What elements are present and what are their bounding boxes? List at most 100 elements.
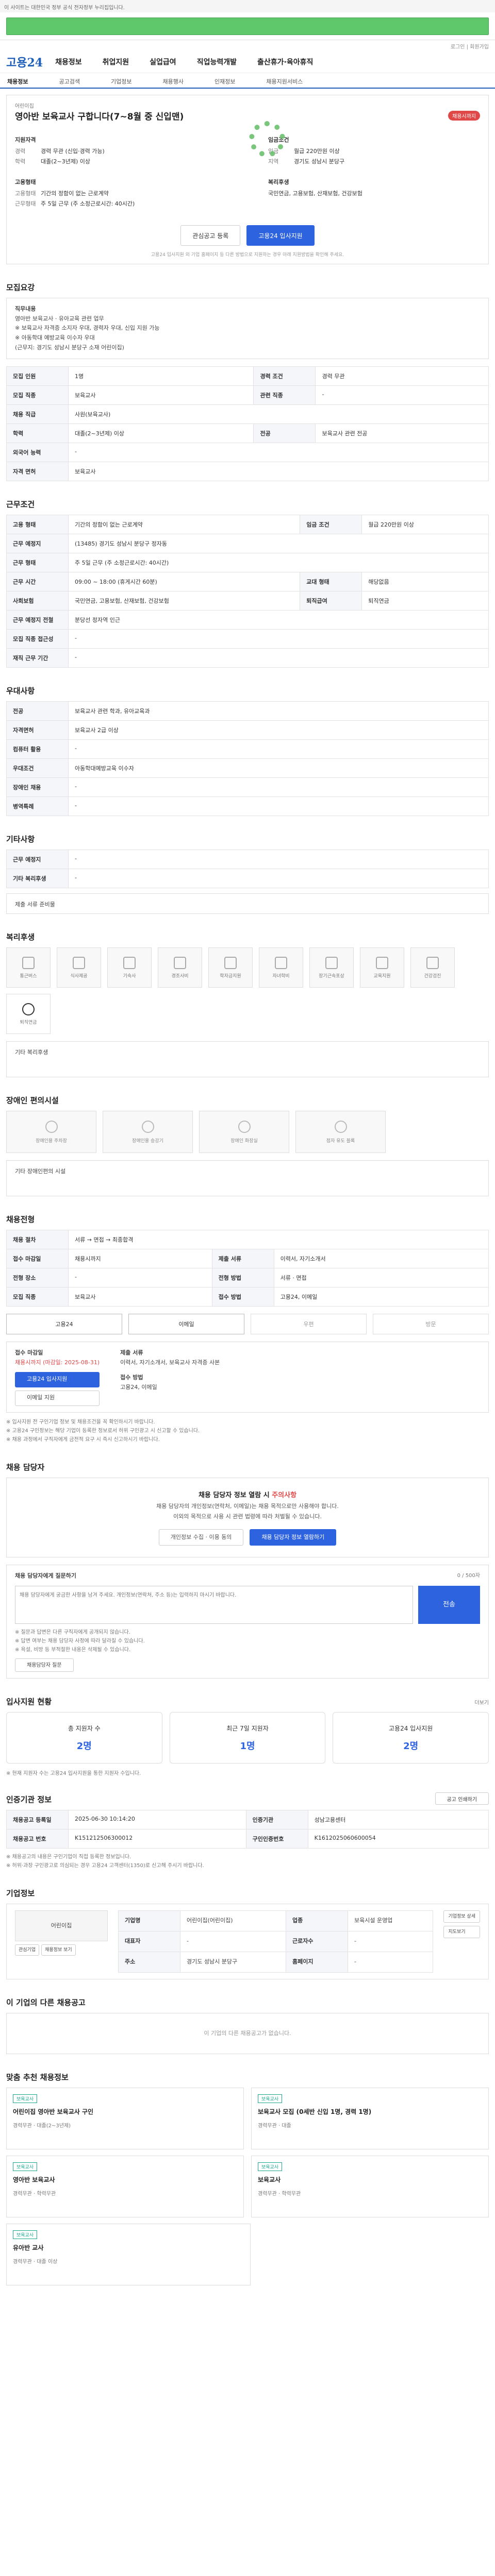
row-key: 경력 조건 xyxy=(253,366,316,386)
print-button[interactable]: 공고 인쇄하기 xyxy=(435,1792,489,1805)
facility-icon xyxy=(141,1120,154,1133)
interest-button[interactable]: 관심공고 등록 xyxy=(180,225,241,246)
recommend-title[interactable]: 유아반 교사 xyxy=(13,2243,244,2252)
table-row: 외국어 능력 - xyxy=(6,443,489,463)
notice-line: ※ 입사지원 전 구인기업 정보 및 채용조건을 꼭 확인하시기 바랍니다. xyxy=(6,1419,155,1425)
nav-item[interactable]: 출산휴가·육아휴직 xyxy=(257,57,313,67)
sub-nav: 채용정보 공고검색 기업정보 채용행사 인재정보 채용지원서비스 xyxy=(0,73,495,89)
company-detail-button[interactable]: 기업정보 상세 xyxy=(443,1910,480,1923)
apply-box: 접수 마감일 채용시까지 (마감일: 2025-08-31) 고용24 입사지원… xyxy=(6,1342,489,1413)
benefit-label: 통근버스 xyxy=(20,973,37,979)
welfare-value: 국민연금, 고용보험, 산재보험, 건강보험 xyxy=(268,190,362,197)
table-row: 모집 직종 보육교사 접수 방법 고용24, 이메일 xyxy=(6,1287,489,1307)
top-banner xyxy=(0,12,495,40)
row-value: 기간의 정함이 없는 근로계약 xyxy=(68,515,301,535)
recommend-card[interactable]: 보육교사 어린이집 영아반 보육교사 구인 경력무관 · 대졸(2~3년제) xyxy=(6,2088,244,2150)
banner-ad[interactable] xyxy=(6,18,489,35)
interest-company-button[interactable]: 관심기업 xyxy=(15,1944,40,1956)
consent-button[interactable]: 개인정보 수집 · 이용 동의 xyxy=(158,1529,244,1546)
recommend-title[interactable]: 어린이집 영아반 보육교사 구인 xyxy=(13,2107,237,2116)
view-contact-button[interactable]: 채용 담당자 정보 열람하기 xyxy=(250,1529,337,1546)
recommend-card[interactable]: 보육교사 유아반 교사 경력무관 · 대졸 이상 xyxy=(6,2224,251,2286)
table-row: 채용 직급 사원(보육교사) xyxy=(6,404,489,425)
company-jobs-button[interactable]: 채용정보 보기 xyxy=(41,1944,76,1956)
nav-item[interactable]: 직업능력개발 xyxy=(197,57,237,67)
util-links[interactable]: 로그인 | 회원가입 xyxy=(0,40,495,50)
recommend-title[interactable]: 보육교사 xyxy=(258,2175,482,2184)
row-key: 관련 직종 xyxy=(253,385,316,405)
question-list-button[interactable]: 채용담당자 질문 xyxy=(15,1658,74,1672)
benefit-label: 학자금지원 xyxy=(220,973,241,979)
benefit-icon xyxy=(22,1003,35,1015)
subnav-item[interactable]: 인재정보 xyxy=(214,77,235,85)
map-button[interactable]: 지도보기 xyxy=(443,1926,480,1939)
row-value: - xyxy=(68,796,489,817)
etc-table: 근무 예정지 - 기타 복리후생 - xyxy=(6,850,489,889)
apply-button-2[interactable]: 고용24 입사지원 xyxy=(15,1371,100,1387)
row-key: 사회보험 xyxy=(6,591,69,611)
recommend-title[interactable]: 보육교사 모집 (0세반 신입 1명, 경력 1명) xyxy=(258,2107,482,2116)
recommend-card[interactable]: 보육교사 보육교사 모집 (0세반 신입 1명, 경력 1명) 경력무관 · 대졸 xyxy=(251,2088,489,2150)
facility-item: 점자 유도 블록 xyxy=(295,1111,386,1154)
benefit-icon xyxy=(174,956,186,969)
subnav-item[interactable]: 채용지원서비스 xyxy=(266,77,303,85)
row-value: K1612025060600054 xyxy=(307,1829,489,1849)
recommend-info: 경력무관 · 학력무관 xyxy=(258,2191,301,2197)
site-logo[interactable]: 고용24 xyxy=(6,54,43,70)
row-value: - xyxy=(347,1951,434,1973)
facility-label: 장애인용 주차장 xyxy=(36,1138,67,1144)
nav-item[interactable]: 실업급여 xyxy=(150,57,176,67)
send-button[interactable]: 전송 xyxy=(418,1586,480,1624)
benefit-item: 통근버스 xyxy=(6,947,51,988)
table-row: 학력 대졸(2~3년제) 이상 전공 보육교사 관련 전공 xyxy=(6,423,489,444)
table-row: 주소 경기도 성남시 분당구 홈페이지 - xyxy=(118,1951,434,1973)
table-row: 근무 예정지 전철 분당선 정자역 인근 xyxy=(6,610,489,630)
question-input[interactable] xyxy=(15,1586,413,1624)
row-value: 보육교사 관련 학과, 유아교육과 xyxy=(68,701,489,721)
subnav-item[interactable]: 공고검색 xyxy=(59,77,79,85)
career-value: 경력 무관 (신입·경력 가능) xyxy=(41,148,105,155)
facility-icon xyxy=(334,1120,347,1133)
subnav-item[interactable]: 채용행사 xyxy=(162,77,183,85)
char-count: 0 / 500자 xyxy=(457,1572,480,1579)
recommend-card[interactable]: 보육교사 영아반 보육교사 경력무관 · 학력무관 xyxy=(6,2156,244,2218)
nav-item[interactable]: 채용정보 xyxy=(55,57,82,67)
table-row: 근무 예정지 - xyxy=(6,850,489,870)
row-value: 경력 무관 xyxy=(315,366,489,386)
apply-button[interactable]: 고용24 입사지원 xyxy=(246,225,315,246)
job-description: 직무내용 영아반 보육교사 · 유아교육 관련 업무 ※ 보육교사 자격증 소지… xyxy=(6,298,489,360)
desc-line: (근무지: 경기도 성남시 분당구 소재 어린이집) xyxy=(15,344,124,351)
row-key: 모집 인원 xyxy=(6,366,69,386)
method-online: 고용24 xyxy=(6,1314,122,1335)
row-key: 모집 직종 접근성 xyxy=(6,629,69,649)
recommend-card[interactable]: 보육교사 보육교사 경력무관 · 학력무관 xyxy=(251,2156,489,2218)
more-link[interactable]: 더보기 xyxy=(474,1698,489,1706)
benefit-icon xyxy=(325,956,338,969)
table-row: 근무 예정지 (13485) 경기도 성남시 분당구 정자동 xyxy=(6,534,489,554)
section-title: 인증기관 정보 xyxy=(6,1795,52,1805)
table-row: 장애인 채용 - xyxy=(6,777,489,798)
row-value: 고용24, 이메일 xyxy=(273,1287,489,1307)
subnav-item[interactable]: 기업정보 xyxy=(111,77,131,85)
notice-line: ※ 고용24 구인정보는 해당 기업이 등록한 정보로서 허위 구인광고 시 신… xyxy=(6,1428,200,1434)
job-summary-card: 어린이집 영아반 보육교사 구합니다(7~8월 중 신입맨) 채용시까지 지원자… xyxy=(6,95,489,264)
table-row: 전형 장소 - 전형 방법 서류 · 면접 xyxy=(6,1268,489,1288)
row-key: 임금 조건 xyxy=(300,515,362,535)
preference-table: 전공 보육교사 관련 학과, 유아교육과 자격면허 보육교사 2급 이상 컴퓨터 활용 -… xyxy=(6,701,489,817)
disability-other: 기타 장애인편의 시설 xyxy=(6,1160,489,1197)
pay-label: 임금조건 xyxy=(268,137,289,143)
email-apply-button[interactable]: 이메일 지원 xyxy=(15,1390,100,1406)
benefit-label: 장기근속포상 xyxy=(319,973,344,979)
nav-item[interactable]: 취업지원 xyxy=(103,57,129,67)
row-key: 대표자 xyxy=(118,1931,180,1952)
table-row: 채용공고 등록일 2025-06-30 10:14:20 인증기관 성남고용센터 xyxy=(6,1810,489,1830)
stat-value: 2명 xyxy=(76,1740,92,1752)
subnav-item[interactable]: 채용정보 xyxy=(7,77,28,85)
row-value: - xyxy=(68,850,489,870)
recommend-title[interactable]: 영아반 보육교사 xyxy=(13,2175,237,2184)
row-key: 근무 예정지 xyxy=(6,850,69,870)
company-name[interactable]: 어린이집 xyxy=(15,101,480,109)
company-box: 어린이집 관심기업 채용정보 보기 기업명 어린이집(어린이집) 업종 보육시설 운영… xyxy=(6,1904,489,1979)
row-value: 이력서, 자기소개서 xyxy=(273,1249,489,1269)
method-label: 접수 방법 xyxy=(120,1374,143,1381)
